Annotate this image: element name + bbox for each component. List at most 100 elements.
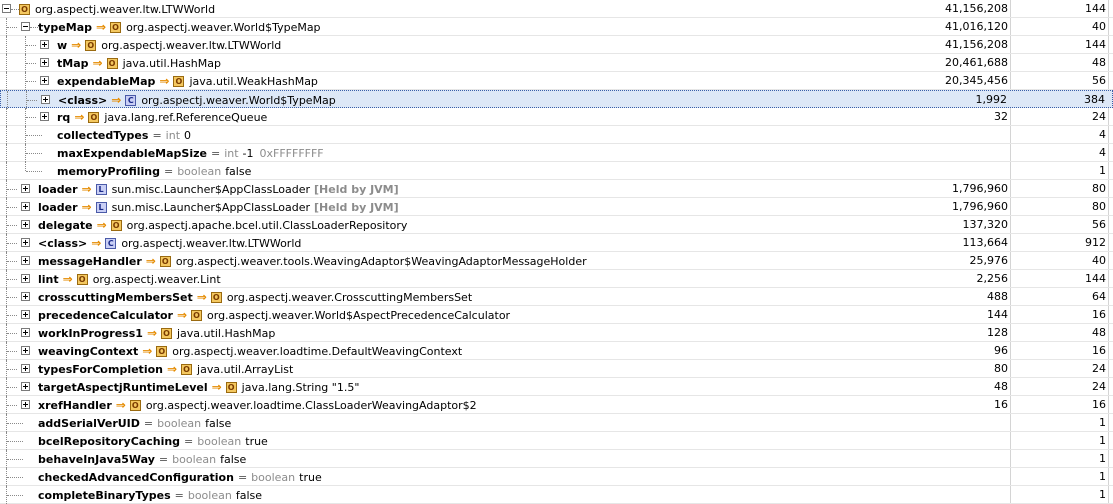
expand-icon[interactable] xyxy=(21,256,30,265)
primitive-type: int xyxy=(165,128,181,142)
object-icon: O xyxy=(225,381,237,393)
shallow-size-cell: 48 xyxy=(1092,56,1106,69)
row-content: lint ⇒ Oorg.aspectj.weaver.Lint xyxy=(38,270,221,288)
row-content: loader ⇒ Lsun.misc.Launcher$AppClassLoader… xyxy=(38,198,399,216)
class-name: org.aspectj.weaver.Lint xyxy=(92,272,221,286)
expand-icon[interactable] xyxy=(41,95,50,104)
row-content: w ⇒ Oorg.aspectj.weaver.ltw.LTWWorld xyxy=(57,36,281,54)
reference-arrow-icon: ⇒ xyxy=(62,271,73,286)
tree-guide-line xyxy=(6,72,7,90)
field-name: memoryProfiling xyxy=(57,164,160,178)
tree-row[interactable]: w ⇒ Oorg.aspectj.weaver.ltw.LTWWorld 41,156… xyxy=(0,36,1113,54)
classloader-icon: L xyxy=(95,201,107,213)
tree-row[interactable]: bcelRepositoryCaching = boolean true 1 xyxy=(0,432,1113,450)
expand-icon[interactable] xyxy=(21,400,30,409)
reference-arrow-icon: ⇒ xyxy=(145,253,156,268)
tree-guide-branch xyxy=(26,81,36,82)
expand-icon[interactable] xyxy=(21,220,30,229)
retained-size-cell: 137,320 xyxy=(962,218,1009,231)
collapse-icon[interactable] xyxy=(21,22,30,31)
shallow-size-cell: 16 xyxy=(1092,308,1106,321)
tree-row[interactable]: <class> ⇒ Corg.aspectj.weaver.World$TypeMa… xyxy=(0,90,1113,109)
tree-row[interactable]: lint ⇒ Oorg.aspectj.weaver.Lint 2,256 144 xyxy=(0,270,1113,288)
expand-icon[interactable] xyxy=(21,238,30,247)
class-name: java.util.HashMap xyxy=(122,56,221,70)
tree-row[interactable]: completeBinaryTypes = boolean false 1 xyxy=(0,486,1113,504)
object-icon: O xyxy=(181,363,193,375)
gc-root-note: [Held by JVM] xyxy=(314,182,399,196)
tree-guide-branch xyxy=(7,315,17,316)
equals-sign: = xyxy=(184,434,194,448)
tree-row[interactable]: tMap ⇒ Ojava.util.HashMap 20,461,688 48 xyxy=(0,54,1113,72)
field-name: completeBinaryTypes xyxy=(38,488,171,502)
primitive-type: boolean xyxy=(172,452,217,466)
reference-arrow-icon: ⇒ xyxy=(74,109,85,124)
tree-row[interactable]: crosscuttingMembersSet ⇒ Oorg.aspectj.weav… xyxy=(0,288,1113,306)
retained-size-cell: 488 xyxy=(987,290,1008,303)
object-tree[interactable]: Oorg.aspectj.weaver.ltw.LTWWorld 41,156,2… xyxy=(0,0,1113,504)
expand-icon[interactable] xyxy=(40,40,49,49)
tree-guide-branch xyxy=(7,387,17,388)
tree-row[interactable]: Oorg.aspectj.weaver.ltw.LTWWorld 41,156,2… xyxy=(0,0,1113,18)
tree-row[interactable]: <class> ⇒ Corg.aspectj.weaver.ltw.LTWWorld… xyxy=(0,234,1113,252)
tree-row[interactable]: workInProgress1 ⇒ Ojava.util.HashMap 128 48 xyxy=(0,324,1113,342)
shallow-size-cell: 24 xyxy=(1092,362,1106,375)
tree-row[interactable]: typeMap ⇒ Oorg.aspectj.weaver.World$TypeMa… xyxy=(0,18,1113,36)
shallow-size-cell: 48 xyxy=(1092,326,1106,339)
object-icon: O xyxy=(156,345,168,357)
expand-icon[interactable] xyxy=(21,184,30,193)
expand-icon[interactable] xyxy=(40,112,49,121)
reference-arrow-icon: ⇒ xyxy=(176,307,188,322)
tree-row[interactable]: collectedTypes = int 0 4 xyxy=(0,126,1113,144)
tree-guide-branch xyxy=(7,423,23,424)
tree-guide-branch xyxy=(7,495,23,496)
tree-guide-line xyxy=(6,36,7,54)
tree-row[interactable]: xrefHandler ⇒ Oorg.aspectj.weaver.loadtime… xyxy=(0,396,1113,414)
row-content: expendableMap ⇒ Ojava.util.WeakHashMap xyxy=(57,72,318,90)
hex-value: 0xFFFFFFFF xyxy=(259,146,324,160)
tree-row[interactable]: loader ⇒ Lsun.misc.Launcher$AppClassLoader… xyxy=(0,198,1113,216)
expand-icon[interactable] xyxy=(21,382,30,391)
tree-row[interactable]: weavingContext ⇒ Oorg.aspectj.weaver.loadt… xyxy=(0,342,1113,360)
tree-row[interactable]: maxExpendableMapSize = int -1 0xFFFFFFFF 4 xyxy=(0,144,1113,162)
class-name: org.aspectj.weaver.World$TypeMap xyxy=(126,20,321,34)
row-content: completeBinaryTypes = boolean false xyxy=(38,486,262,504)
expand-icon[interactable] xyxy=(21,346,30,355)
expand-icon[interactable] xyxy=(21,328,30,337)
class-icon: C xyxy=(105,237,117,249)
primitive-value: false xyxy=(205,416,232,430)
expand-icon[interactable] xyxy=(40,58,49,67)
tree-row[interactable]: memoryProfiling = boolean false 1 xyxy=(0,162,1113,180)
tree-guide-branch xyxy=(7,27,17,28)
tree-row[interactable]: targetAspectjRuntimeLevel ⇒ Ojava.lang.Str… xyxy=(0,378,1113,396)
field-name: tMap xyxy=(57,56,89,70)
expand-icon[interactable] xyxy=(21,364,30,373)
tree-row[interactable]: messageHandler ⇒ Oorg.aspectj.weaver.tools… xyxy=(0,252,1113,270)
reference-arrow-icon: ⇒ xyxy=(196,289,207,304)
tree-row[interactable]: loader ⇒ Lsun.misc.Launcher$AppClassLoader… xyxy=(0,180,1113,198)
expand-icon[interactable] xyxy=(21,310,30,319)
equals-sign: = xyxy=(143,416,154,430)
shallow-size-cell: 912 xyxy=(1085,236,1106,249)
expand-icon[interactable] xyxy=(40,76,49,85)
equals-sign: = xyxy=(158,452,169,466)
tree-row[interactable]: expendableMap ⇒ Ojava.util.WeakHashMap 20,3… xyxy=(0,72,1113,90)
expand-icon[interactable] xyxy=(21,292,30,301)
collapse-icon[interactable] xyxy=(2,4,11,13)
shallow-size-cell: 40 xyxy=(1092,254,1106,267)
tree-row[interactable]: delegate ⇒ Oorg.aspectj.apache.bcel.util.C… xyxy=(0,216,1113,234)
shallow-size-cell: 144 xyxy=(1085,272,1106,285)
row-content: collectedTypes = int 0 xyxy=(57,126,191,144)
tree-row[interactable]: checkedAdvancedConfiguration = boolean true… xyxy=(0,468,1113,486)
tree-row[interactable]: typesForCompletion ⇒ Ojava.util.ArrayList 8… xyxy=(0,360,1113,378)
classloader-icon: L xyxy=(95,183,107,195)
expand-icon[interactable] xyxy=(21,202,30,211)
tree-row[interactable]: addSerialVerUID = boolean false 1 xyxy=(0,414,1113,432)
tree-row[interactable]: rq ⇒ Ojava.lang.ref.ReferenceQueue 32 24 xyxy=(0,108,1113,126)
tree-guide-line xyxy=(6,108,7,126)
expand-icon[interactable] xyxy=(21,274,30,283)
reference-arrow-icon: ⇒ xyxy=(71,37,82,52)
retained-size-cell: 128 xyxy=(987,326,1008,339)
tree-row[interactable]: behaveInJava5Way = boolean false 1 xyxy=(0,450,1113,468)
tree-row[interactable]: precedenceCalculator ⇒ Oorg.aspectj.weaver… xyxy=(0,306,1113,324)
